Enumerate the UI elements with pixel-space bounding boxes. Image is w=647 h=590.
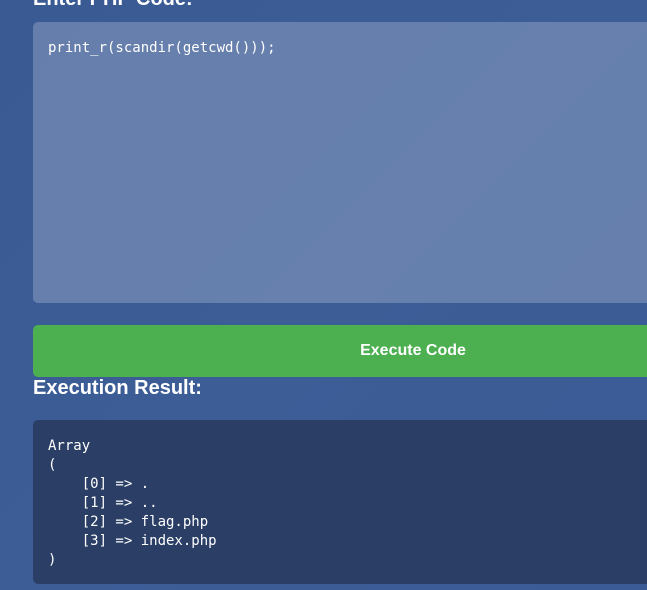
execution-result-output: Array ( [0] => . [1] => .. [2] => flag.p… bbox=[33, 420, 647, 584]
code-input-heading: Enter PHP Code: bbox=[33, 0, 193, 11]
execution-result-heading: Execution Result: bbox=[33, 377, 202, 399]
php-code-input[interactable]: print_r(scandir(getcwd())); bbox=[33, 22, 647, 303]
execute-code-button[interactable]: Execute Code bbox=[33, 325, 647, 377]
execute-code-button-label: Execute Code bbox=[360, 342, 466, 359]
